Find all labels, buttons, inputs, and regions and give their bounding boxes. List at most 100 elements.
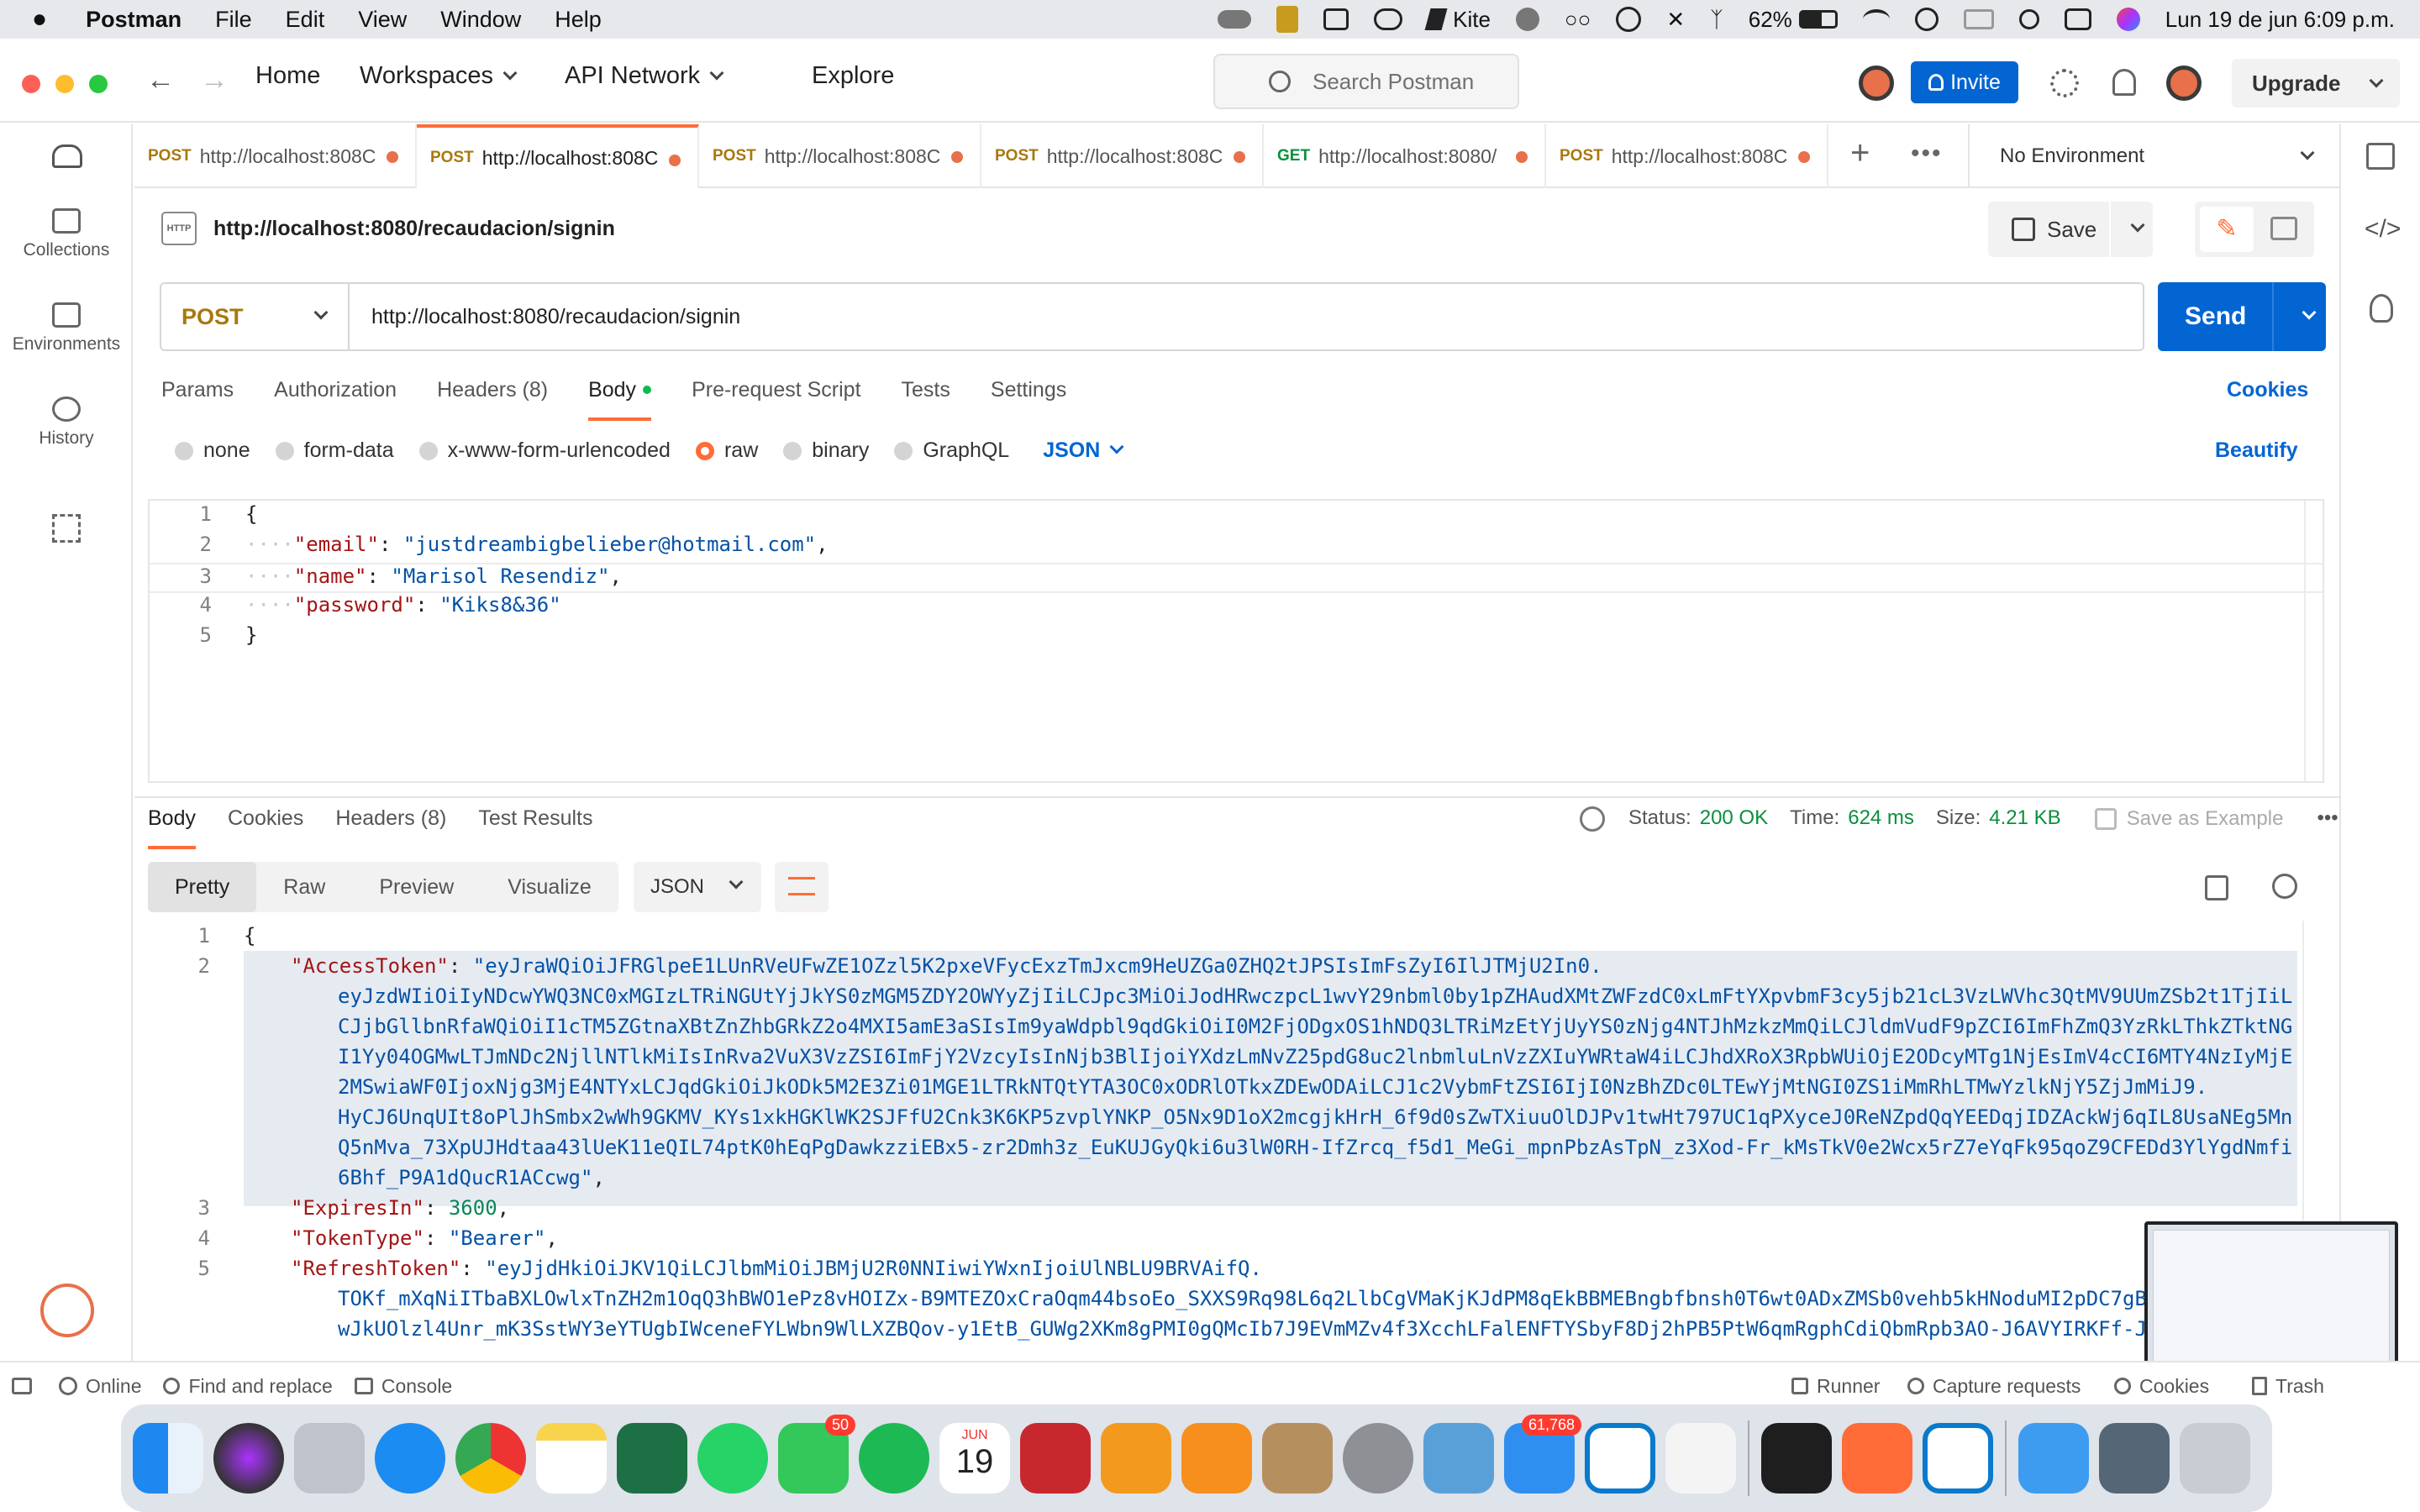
bell-icon[interactable] (2112, 69, 2136, 96)
photo-booth-icon[interactable] (1020, 1423, 1091, 1494)
tab-request-6[interactable]: POST http://localhost:808C (1546, 124, 1828, 188)
team-icon[interactable] (52, 144, 82, 168)
chevron-down-icon[interactable] (2302, 305, 2317, 320)
more-options-icon[interactable]: ••• (2317, 806, 2338, 832)
url-input[interactable]: http://localhost:8080/recaudacion/signin (350, 305, 740, 329)
globe-icon[interactable] (1515, 8, 1539, 31)
window-zoom-button[interactable] (89, 75, 108, 93)
tab-request-4[interactable]: POST http://localhost:808C (981, 124, 1264, 188)
body-format-select[interactable]: JSON (1043, 438, 1124, 463)
search-icon[interactable] (2272, 874, 2297, 899)
view-preview[interactable]: Preview (352, 862, 481, 912)
response-body-viewer[interactable]: 1 { 2 "AccessToken": "eyJraWQiOiJFRGlpeE… (148, 921, 2304, 1361)
cookies-link[interactable]: Cookies (2227, 378, 2308, 402)
tab-params[interactable]: Params (161, 378, 234, 421)
tab-headers[interactable]: Headers (8) (437, 378, 548, 421)
radio-none[interactable]: none (175, 438, 250, 463)
wifi-icon[interactable] (1862, 9, 1890, 29)
capture-requests-button[interactable]: Capture requests (1907, 1375, 2081, 1398)
request-title[interactable]: http://localhost:8080/recaudacion/signin (213, 217, 615, 241)
new-tab-plus-icon[interactable]: + (1850, 134, 1870, 172)
tab-response-body[interactable]: Body (148, 806, 196, 849)
nav-api-network[interactable]: API Network (565, 62, 724, 90)
vscode-icon[interactable] (1585, 1423, 1655, 1494)
tab-pre-request-script[interactable]: Pre-request Script (692, 378, 860, 421)
save-button[interactable]: Save (1988, 202, 2109, 257)
books-icon[interactable] (1181, 1423, 1252, 1494)
trash-button[interactable]: Trash (2252, 1375, 2324, 1398)
kite-item[interactable]: Kite (1424, 7, 1491, 33)
terminal-icon[interactable] (1761, 1423, 1832, 1494)
calendar-icon[interactable]: JUN 19 (939, 1423, 1010, 1494)
notes-icon[interactable] (536, 1423, 607, 1494)
copy-icon[interactable] (2205, 875, 2228, 900)
find-replace-button[interactable]: Find and replace (163, 1375, 333, 1398)
contacts-icon[interactable] (1262, 1423, 1333, 1494)
window-minimize-button[interactable] (55, 75, 74, 93)
tab-request-1[interactable]: POST http://localhost:808C (134, 124, 417, 188)
tab-settings[interactable]: Settings (991, 378, 1066, 421)
online-status[interactable]: Online (59, 1375, 141, 1398)
wrap-lines-button[interactable] (775, 862, 829, 912)
gear-icon[interactable] (2050, 69, 2079, 97)
creative-cloud-icon[interactable] (1374, 8, 1403, 30)
tab-test-results[interactable]: Test Results (478, 806, 592, 849)
radio-urlencoded[interactable]: x-www-form-urlencoded (418, 438, 671, 463)
preview-icon[interactable] (1423, 1423, 1494, 1494)
window-close-button[interactable] (22, 75, 40, 93)
downloads-folder-icon[interactable] (2018, 1423, 2089, 1494)
cookies-button[interactable]: Cookies (2114, 1375, 2209, 1398)
trash-icon[interactable] (2180, 1423, 2250, 1494)
tab-request-5[interactable]: GET http://localhost:8080/ (1264, 124, 1546, 188)
pane-divider[interactable] (134, 796, 2339, 798)
apps-grid-icon[interactable] (52, 514, 81, 543)
more-tabs-icon[interactable]: ••• (1911, 139, 1943, 168)
tab-body[interactable]: Body (588, 378, 652, 421)
siri-icon[interactable] (2116, 8, 2140, 31)
system-settings-icon[interactable] (1343, 1423, 1413, 1494)
apple-icon[interactable]: ● (32, 5, 47, 34)
cloud-icon[interactable] (1218, 10, 1252, 29)
siri-icon[interactable] (213, 1423, 284, 1494)
radio-binary[interactable]: binary (783, 438, 869, 463)
save-options-button[interactable] (2111, 202, 2153, 257)
send-button[interactable]: Send (2158, 282, 2326, 351)
back-arrow-icon[interactable]: ← (146, 64, 175, 97)
environment-selector[interactable]: No Environment (1968, 124, 2338, 188)
radio-graphql[interactable]: GraphQL (894, 438, 1009, 463)
sidebar-item-collections[interactable]: Collections (0, 208, 133, 260)
sidebar-item-history[interactable]: History (0, 396, 133, 449)
size-value[interactable]: 4.21 KB (1989, 806, 2060, 832)
radio-form-data[interactable]: form-data (275, 438, 394, 463)
messages-icon[interactable]: 50 (778, 1415, 855, 1494)
view-visualize[interactable]: Visualize (481, 862, 618, 912)
launchpad-icon[interactable] (294, 1423, 365, 1494)
sidebar-toggle-icon[interactable] (12, 1378, 32, 1394)
radio-raw[interactable]: raw (695, 438, 758, 463)
lightbulb-icon[interactable] (2370, 294, 2393, 323)
tab-request-2[interactable]: POST http://localhost:808C (417, 124, 699, 188)
tab-authorization[interactable]: Authorization (274, 378, 397, 421)
safari-icon[interactable] (375, 1423, 445, 1494)
airdrop-icon[interactable] (1616, 7, 1642, 32)
comment-icon[interactable] (2270, 217, 2297, 240)
postman-icon[interactable] (1842, 1423, 1912, 1494)
spotify-icon[interactable] (859, 1423, 929, 1494)
view-pretty[interactable]: Pretty (148, 862, 257, 912)
request-body-editor[interactable]: 1 { 2 ····"email": "justdreambigbelieber@h… (148, 499, 2324, 783)
menu-view[interactable]: View (358, 7, 407, 33)
battery-item[interactable]: 62% (1749, 7, 1838, 33)
status-value[interactable]: 200 OK (1700, 806, 1768, 832)
glasses-icon[interactable]: ○○ (1565, 7, 1591, 33)
whatsapp-icon[interactable] (697, 1423, 768, 1494)
screenshot-thumbnail[interactable] (2144, 1221, 2398, 1378)
menu-window[interactable]: Window (440, 7, 521, 33)
network-globe-icon[interactable] (1580, 806, 1605, 832)
menu-file[interactable]: File (215, 7, 252, 33)
nav-home[interactable]: Home (255, 62, 320, 90)
pages-icon[interactable] (1101, 1423, 1171, 1494)
control-center-icon[interactable] (2064, 8, 2091, 30)
method-select[interactable]: POST (161, 284, 350, 349)
team-avatar[interactable] (1859, 66, 1894, 101)
tab-response-headers[interactable]: Headers (8) (335, 806, 446, 849)
